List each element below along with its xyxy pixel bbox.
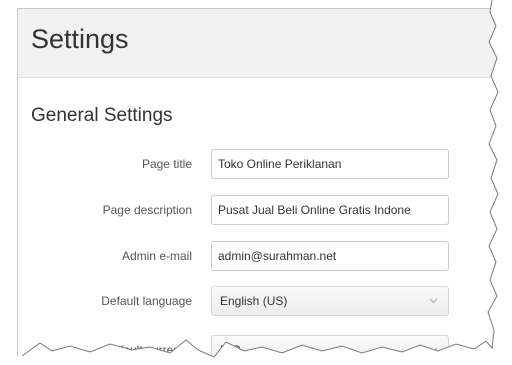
section-title: General Settings (31, 105, 173, 126)
chevron-down-icon (429, 298, 438, 304)
page-title-input[interactable] (211, 149, 449, 179)
default-language-label: Default language (101, 294, 192, 308)
admin-email-input[interactable] (211, 241, 449, 271)
chevron-down-icon (429, 347, 438, 353)
default-currency-label: Default currency (104, 343, 192, 357)
page-header: Settings (18, 9, 502, 78)
default-currency-select[interactable]: IDR (211, 335, 449, 359)
admin-email-row: Admin e-mail (18, 241, 502, 273)
page-title-label: Page title (141, 157, 192, 171)
default-currency-row: Default currency IDR (18, 335, 502, 359)
page-description-input[interactable] (211, 195, 449, 225)
default-language-row: Default language English (US) (18, 286, 502, 318)
admin-email-label: Admin e-mail (121, 249, 192, 263)
page-description-label: Page description (102, 203, 192, 217)
default-currency-value: IDR (220, 343, 241, 357)
page-title-row: Page title (18, 149, 502, 181)
settings-panel: Settings General Settings Page title Pag… (17, 8, 502, 359)
default-language-select[interactable]: English (US) (211, 286, 449, 316)
page-title: Settings (31, 24, 129, 54)
default-language-value: English (US) (220, 294, 288, 308)
page-description-row: Page description (18, 195, 502, 227)
